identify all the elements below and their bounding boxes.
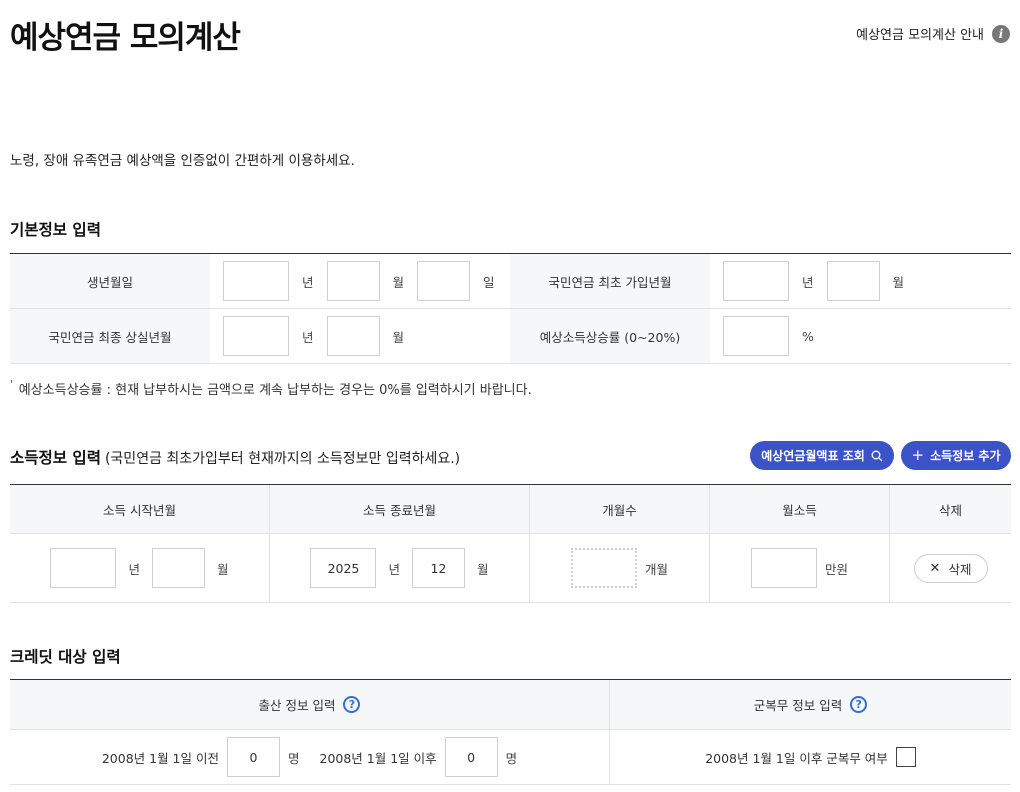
plus-icon: + — [911, 446, 925, 464]
unit-year: 년 — [388, 561, 400, 577]
start-year-input[interactable] — [50, 548, 117, 588]
income-unit: 만원 — [824, 561, 848, 577]
table-header-row: 소득 시작년월 소득 종료년월 개월수 월소득 삭제 — [10, 485, 1011, 534]
income-rate-label: 예상소득상승률 (0~20%) — [510, 309, 710, 363]
end-month-input[interactable]: 12 — [412, 548, 465, 588]
credit-section-title: 크레딧 대상 입력 — [10, 648, 121, 666]
after-2008-label: 2008년 1월 1일 이후 — [319, 750, 437, 766]
table-header-row: 출산 정보 입력 ? 군복무 정보 입력 ? — [10, 680, 1011, 730]
page-title: 예상연금 모의계산 — [10, 20, 241, 56]
birth-info-cell: 2008년 1월 1일 이전 0 명 2008년 1월 1일 이후 0 명 — [10, 730, 610, 784]
unit-day: 일 — [483, 274, 495, 290]
unit-year: 년 — [802, 274, 814, 290]
income-table: 소득 시작년월 소득 종료년월 개월수 월소득 삭제 년 월 2025 년 12… — [10, 484, 1011, 603]
table-row: 국민연금 최종 상실년월 년 월 예상소득상승률 (0~20%) % — [10, 309, 1011, 364]
before-2008-input[interactable]: 0 — [226, 737, 280, 777]
intro-text: 노령, 장애 유족연금 예상액을 인증없이 간편하게 이용하세요. — [10, 153, 355, 169]
military-info-label: 군복무 정보 입력 — [753, 698, 843, 713]
birth-year-input[interactable] — [223, 261, 289, 301]
unit-year: 년 — [302, 329, 314, 345]
end-year-input[interactable]: 2025 — [310, 548, 377, 588]
col-income: 월소득 — [710, 485, 890, 533]
unit-month: 월 — [477, 561, 489, 577]
credit-table: 출산 정보 입력 ? 군복무 정보 입력 ? 2008년 1월 1일 이전 0 … — [10, 679, 1011, 785]
guide-label: 예상연금 모의계산 안내 — [856, 28, 984, 43]
military-checkbox[interactable] — [895, 747, 916, 767]
basic-info-table: 생년월일 년 월 일 국민연금 최초 가입년월 년 월 국민연금 최종 상실년월… — [10, 253, 1011, 364]
unit-year: 년 — [302, 274, 314, 290]
birth-info-label: 출산 정보 입력 — [258, 698, 336, 713]
end-cell: 2025 년 12 월 — [270, 534, 530, 602]
search-icon — [871, 450, 883, 461]
unit-month: 월 — [892, 274, 905, 290]
info-icon[interactable]: i — [992, 24, 1010, 43]
unit-month: 월 — [217, 561, 229, 577]
first-join-label: 국민연금 최초 가입년월 — [510, 254, 710, 308]
unit-month: 월 — [392, 274, 405, 290]
income-rate-input[interactable] — [723, 316, 789, 356]
lookup-button[interactable]: 예상연금월액표 조회 — [750, 441, 894, 470]
col-start: 소득 시작년월 — [10, 485, 270, 533]
col-delete: 삭제 — [938, 502, 962, 518]
guide-link[interactable]: 예상연금 모의계산 안내 i — [856, 24, 1010, 43]
income-input[interactable] — [750, 548, 817, 588]
unit-month: 월 — [392, 329, 405, 345]
start-cell: 년 월 — [10, 534, 270, 602]
birth-label: 생년월일 — [10, 254, 210, 308]
military-cell: 2008년 1월 1일 이후 군복무 여부 — [610, 730, 1011, 784]
note-text: ' 예상소득상승률 : 현재 납부하시는 금액으로 계속 납부하는 경우는 0%를… — [10, 379, 532, 398]
birth-day-input[interactable] — [417, 261, 471, 301]
person-unit: 명 — [505, 750, 518, 766]
birth-fields: 년 월 일 — [210, 254, 510, 308]
person-unit: 명 — [287, 750, 300, 766]
note-body: 예상소득상승률 : 현재 납부하시는 금액으로 계속 납부하는 경우는 0%를 … — [18, 383, 532, 398]
delete-button[interactable]: ✕ 삭제 — [913, 553, 988, 583]
col-months: 개월수 — [530, 485, 710, 533]
birth-info-header: 출산 정보 입력 ? — [10, 680, 610, 729]
last-loss-month-input[interactable] — [326, 316, 380, 356]
delete-label: 삭제 — [948, 561, 972, 577]
months-cell: 개월 — [530, 534, 710, 602]
help-icon[interactable]: ? — [850, 696, 868, 713]
before-2008-label: 2008년 1월 1일 이전 — [101, 750, 219, 766]
table-row: 년 월 2025 년 12 월 개월 만원 ✕ 삭제 — [10, 534, 1011, 603]
delete-cell: ✕ 삭제 — [890, 534, 1011, 602]
income-section-title: 소득정보 입력 (국민연금 최초가입부터 현재까지의 소득정보만 입력하세요.) — [10, 446, 460, 468]
income-subtitle: (국민연금 최초가입부터 현재까지의 소득정보만 입력하세요.) — [104, 451, 461, 467]
help-icon[interactable]: ? — [343, 696, 361, 713]
income-rate-fields: % — [710, 309, 1011, 363]
months-unit: 개월 — [644, 561, 668, 577]
add-income-button[interactable]: + 소득정보 추가 — [901, 441, 1011, 470]
income-title: 소득정보 입력 — [10, 449, 101, 467]
close-icon: ✕ — [929, 560, 941, 576]
table-row: 2008년 1월 1일 이전 0 명 2008년 1월 1일 이후 0 명 20… — [10, 730, 1011, 785]
note-bullet: ' — [10, 379, 13, 390]
lookup-label: 예상연금월액표 조회 — [761, 449, 865, 463]
add-income-label: 소득정보 추가 — [930, 449, 1001, 463]
start-month-input[interactable] — [152, 548, 205, 588]
birth-month-input[interactable] — [326, 261, 380, 301]
unit-percent: % — [802, 328, 814, 344]
table-row: 생년월일 년 월 일 국민연금 최초 가입년월 년 월 — [10, 254, 1011, 309]
first-join-fields: 년 월 — [710, 254, 1011, 308]
after-2008-input[interactable]: 0 — [444, 737, 498, 777]
last-loss-label: 국민연금 최종 상실년월 — [10, 309, 210, 363]
col-end: 소득 종료년월 — [270, 485, 530, 533]
income-cell: 만원 — [710, 534, 890, 602]
first-join-year-input[interactable] — [723, 261, 789, 301]
military-info-header: 군복무 정보 입력 ? — [610, 680, 1011, 729]
last-loss-year-input[interactable] — [223, 316, 289, 356]
last-loss-fields: 년 월 — [210, 309, 510, 363]
military-label: 2008년 1월 1일 이후 군복무 여부 — [705, 750, 888, 766]
first-join-month-input[interactable] — [826, 261, 880, 301]
months-output — [570, 548, 637, 588]
basic-section-title: 기본정보 입력 — [10, 221, 101, 239]
unit-year: 년 — [128, 561, 140, 577]
